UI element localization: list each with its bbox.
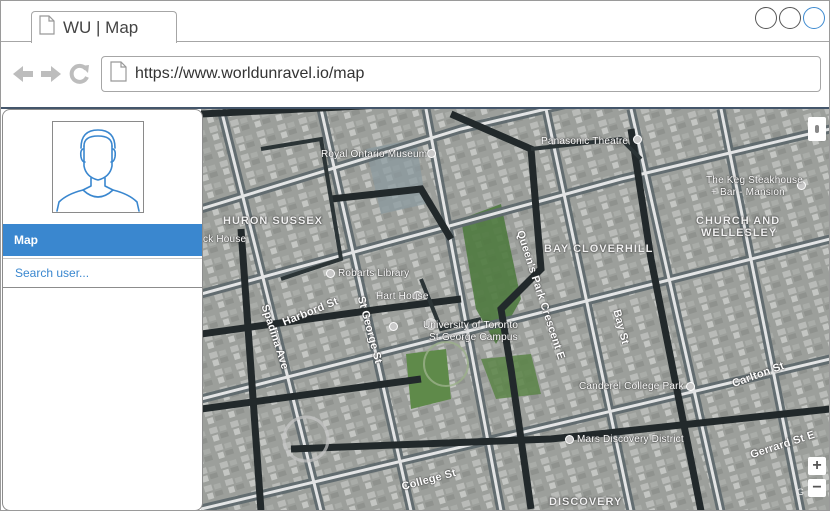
map-place-label: Hart House — [376, 291, 429, 302]
maximize-button[interactable] — [803, 7, 825, 29]
search-user-input[interactable] — [3, 259, 202, 287]
poi-marker[interactable] — [427, 149, 436, 158]
arrow-right-icon[interactable] — [39, 64, 63, 84]
poi-marker[interactable] — [686, 382, 695, 391]
tab-title: WU | Map — [63, 17, 139, 37]
poi-marker[interactable] — [565, 435, 574, 444]
map-area-label: HURON SUSSEX — [223, 215, 324, 227]
map-place-label: Mars Discovery District — [577, 434, 684, 445]
navigation-buttons — [11, 63, 91, 85]
map-area-label: BAY CLOVERHILL — [544, 243, 654, 255]
search-row — [3, 258, 202, 288]
url-text[interactable]: https://www.worldunravel.io/map — [135, 65, 364, 83]
map-place-label: The Keg Steakhouse — [706, 175, 803, 186]
map-place-label: Panasonic Theatre — [541, 136, 629, 147]
sidebar: Map — [2, 109, 203, 510]
minimize-button[interactable] — [755, 7, 777, 29]
map-place-label: ck House — [203, 234, 247, 245]
map-place-label: St George Campus — [429, 332, 518, 343]
poi-marker[interactable] — [389, 322, 398, 331]
map-area-label: WELLESLEY — [701, 227, 778, 239]
user-avatar-icon[interactable] — [52, 121, 144, 213]
map-tiles — [201, 109, 829, 510]
browser-tab[interactable]: WU | Map — [31, 11, 177, 43]
page-icon — [110, 61, 127, 87]
map-view[interactable]: HURON SUSSEX BAY CLOVERHILL CHURCH AND W… — [201, 109, 829, 510]
browser-window: WU | Map https://www.worldunravel.io/map — [0, 0, 830, 511]
reload-icon[interactable] — [67, 63, 91, 85]
sidebar-item-map[interactable]: Map — [3, 224, 202, 256]
map-place-label: University of Toronto — [423, 320, 519, 331]
map-place-label: Robarts Library — [338, 268, 410, 279]
zoom-out-button[interactable]: − — [808, 479, 826, 497]
window-controls — [755, 7, 825, 29]
restore-button[interactable] — [779, 7, 801, 29]
zoom-in-button[interactable]: + — [808, 457, 826, 475]
map-place-label: Royal Ontario Museum — [321, 149, 428, 160]
map-area-label: DISCOVERY — [549, 496, 623, 508]
map-attribution: G — [796, 487, 804, 497]
map-place-label: + Bar - Mansion — [711, 187, 785, 198]
map-area-label: CHURCH AND — [696, 215, 781, 227]
poi-marker[interactable] — [326, 269, 335, 278]
arrow-left-icon[interactable] — [11, 64, 35, 84]
compass-icon[interactable] — [808, 117, 826, 141]
poi-marker[interactable] — [633, 135, 642, 144]
address-bar[interactable]: https://www.worldunravel.io/map — [101, 56, 821, 92]
page-icon — [39, 15, 55, 40]
map-place-label: Canderel College Park — [579, 381, 684, 392]
